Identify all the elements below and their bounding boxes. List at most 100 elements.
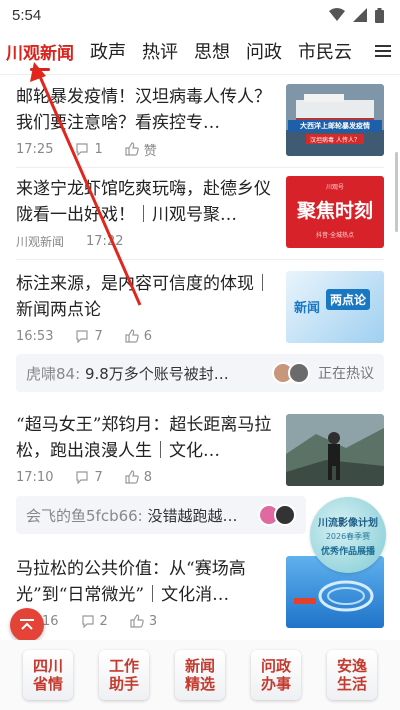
comment-count[interactable]: 1 [75, 141, 103, 157]
news-source[interactable]: 川观新闻 [16, 233, 64, 250]
active-tab-indicator [30, 68, 50, 71]
promo-title: 川流影像计划 [318, 517, 378, 529]
hot-status-label: 正在热议 [318, 366, 374, 382]
service-label: 助手 [108, 675, 139, 693]
service-anyi-life[interactable]: 安逸 生活 [327, 650, 377, 700]
news-item[interactable]: 来遂宁龙虾馆吃爽玩嗨，赴德乡仪陇看一出好戏！｜川观号聚… 川观新闻 17:22 … [16, 176, 384, 250]
comment-icon [76, 471, 89, 484]
service-sichuan-info[interactable]: 四川 省情 [23, 650, 73, 700]
divider [0, 74, 400, 75]
hot-comment-bar[interactable]: 会飞的鱼5fcb66: 没错越跑越… [16, 496, 306, 534]
thumb-word-two-points: 两点论 [326, 289, 371, 310]
battery-icon [375, 7, 384, 23]
status-bar: 5:54 [0, 0, 400, 30]
comment-count-text: 7 [94, 328, 103, 344]
thumb-brand: 川观号 [325, 184, 344, 191]
avatar-group [272, 362, 310, 384]
tab-wenzheng[interactable]: 问政 [246, 38, 282, 64]
signal-icon [353, 8, 367, 22]
avatar [274, 504, 296, 526]
comment-icon [76, 143, 89, 156]
news-thumbnail[interactable] [286, 414, 384, 486]
comment-count[interactable]: 7 [75, 469, 103, 485]
comment-count-text: 7 [94, 469, 103, 485]
tab-menu-button[interactable] [366, 30, 400, 72]
like-label: 赞 [143, 143, 157, 159]
tab-sixiang[interactable]: 思想 [194, 38, 230, 64]
service-bar: 四川 省情 工作 助手 新闻 精选 问政 办事 安逸 生活 [0, 640, 400, 710]
promo-subtitle: 优秀作品展播 [320, 546, 375, 557]
service-work-assistant[interactable]: 工作 助手 [99, 650, 149, 700]
hot-comment-text: 会飞的鱼5fcb66: 没错越跑越… [26, 505, 258, 526]
like-button[interactable]: 3 [130, 614, 157, 629]
thumb-sub: 抖音·全城热点 [316, 232, 354, 239]
status-icons [329, 7, 384, 23]
like-button[interactable]: 6 [125, 329, 152, 344]
service-label: 四川 [32, 657, 63, 675]
news-time: 16 [42, 613, 59, 629]
like-button[interactable]: 赞 [125, 140, 157, 159]
channel-tabs: 川观新闻 政声 热评 思想 问政 市民云 四 [0, 30, 400, 72]
hot-comment-text: 虎啸84: 9.8万多个账号被封… [26, 363, 272, 384]
menu-icon [375, 45, 391, 57]
news-time: 16:53 [16, 328, 54, 344]
news-item[interactable]: “超马女王”郑钧月：超长距离马拉松，跑出浪漫人生｜文化… 17:10 7 8 [16, 412, 384, 486]
hot-comment-user: 虎啸84: [26, 364, 81, 383]
thumb-up-icon [125, 470, 139, 484]
comment-count[interactable]: 2 [81, 614, 108, 629]
comment-icon [76, 330, 89, 343]
news-title[interactable]: “超马女王”郑钧月：超长距离马拉松，跑出浪漫人生｜文化… [16, 412, 278, 464]
like-button[interactable]: 8 [125, 470, 152, 485]
service-label: 精选 [184, 675, 215, 693]
avatar-group [258, 504, 296, 526]
wifi-icon [329, 8, 345, 21]
news-time: 17:22 [86, 233, 124, 249]
tab-chuanguan-news[interactable]: 川观新闻 [6, 39, 74, 64]
comment-icon [81, 615, 94, 628]
thumb-up-icon [125, 329, 139, 343]
thumb-caption: 大西洋上邮轮暴发疫情 [300, 122, 370, 130]
news-time: 17:25 [16, 141, 54, 157]
thumb-headline: 聚焦时刻 [296, 200, 373, 222]
scrollbar[interactable] [395, 152, 398, 232]
news-item[interactable]: 邮轮暴发疫情！汉坦病毒人传人？我们要注意啥？看疾控专… 17:25 1 赞 大西… [16, 84, 384, 159]
service-label: 办事 [260, 675, 291, 693]
tab-zhengsheng[interactable]: 政声 [90, 38, 126, 64]
hot-comment-content: 9.8万多个账号被封… [84, 364, 229, 383]
news-title[interactable]: 邮轮暴发疫情！汉坦病毒人传人？我们要注意啥？看疾控专… [16, 84, 278, 136]
service-label: 生活 [336, 675, 367, 693]
news-title[interactable]: 标注来源，是内容可信度的体现｜新闻两点论 [16, 271, 278, 323]
back-to-top-button[interactable] [10, 608, 44, 642]
divider [16, 259, 384, 260]
status-time: 5:54 [12, 6, 42, 24]
promo-season: 2026春季赛 [325, 531, 371, 541]
news-thumbnail[interactable]: 川观号 聚焦时刻 抖音·全城热点 [286, 176, 384, 248]
hot-comment-user: 会飞的鱼5fcb66: [26, 506, 143, 525]
like-count: 6 [143, 328, 153, 344]
thumb-up-icon [125, 142, 139, 156]
service-wenzheng-affairs[interactable]: 问政 办事 [251, 650, 301, 700]
thumb-word-news: 新闻 [294, 301, 321, 316]
service-label: 问政 [260, 657, 291, 675]
thumb-caption-sub: 汉坦病毒 人传人？ [310, 137, 360, 144]
arrow-up-icon [20, 619, 34, 630]
service-news-selection[interactable]: 新闻 精选 [175, 650, 225, 700]
tab-repin[interactable]: 热评 [142, 38, 178, 64]
news-thumbnail[interactable]: 新闻 两点论 [286, 271, 384, 343]
news-title[interactable]: 马拉松的公共价值：从“赛场高光”到“日常微光”｜文化消… [16, 556, 278, 608]
comment-count-text: 1 [94, 141, 103, 157]
comment-count[interactable]: 7 [75, 328, 103, 344]
hot-comment-bar[interactable]: 虎啸84: 9.8万多个账号被封… 正在热议 [16, 354, 384, 392]
hot-comment-content: 没错越跑越… [147, 506, 238, 525]
like-count: 3 [148, 613, 158, 629]
avatar [288, 362, 310, 384]
news-item[interactable]: 标注来源，是内容可信度的体现｜新闻两点论 16:53 7 6 新闻 两点论 [16, 271, 384, 345]
like-count: 8 [143, 469, 153, 485]
news-title[interactable]: 来遂宁龙虾馆吃爽玩嗨，赴德乡仪陇看一出好戏！｜川观号聚… [16, 176, 278, 228]
news-time: 17:10 [16, 469, 54, 485]
promo-floating-badge[interactable]: 川流影像计划 2026春季赛 优秀作品展播 [310, 497, 386, 573]
news-thumbnail[interactable]: 大西洋上邮轮暴发疫情 汉坦病毒 人传人？ [286, 84, 384, 156]
service-label: 安逸 [336, 657, 367, 675]
service-label: 工作 [108, 657, 139, 675]
tab-shimin-cloud[interactable]: 市民云 [298, 38, 352, 64]
